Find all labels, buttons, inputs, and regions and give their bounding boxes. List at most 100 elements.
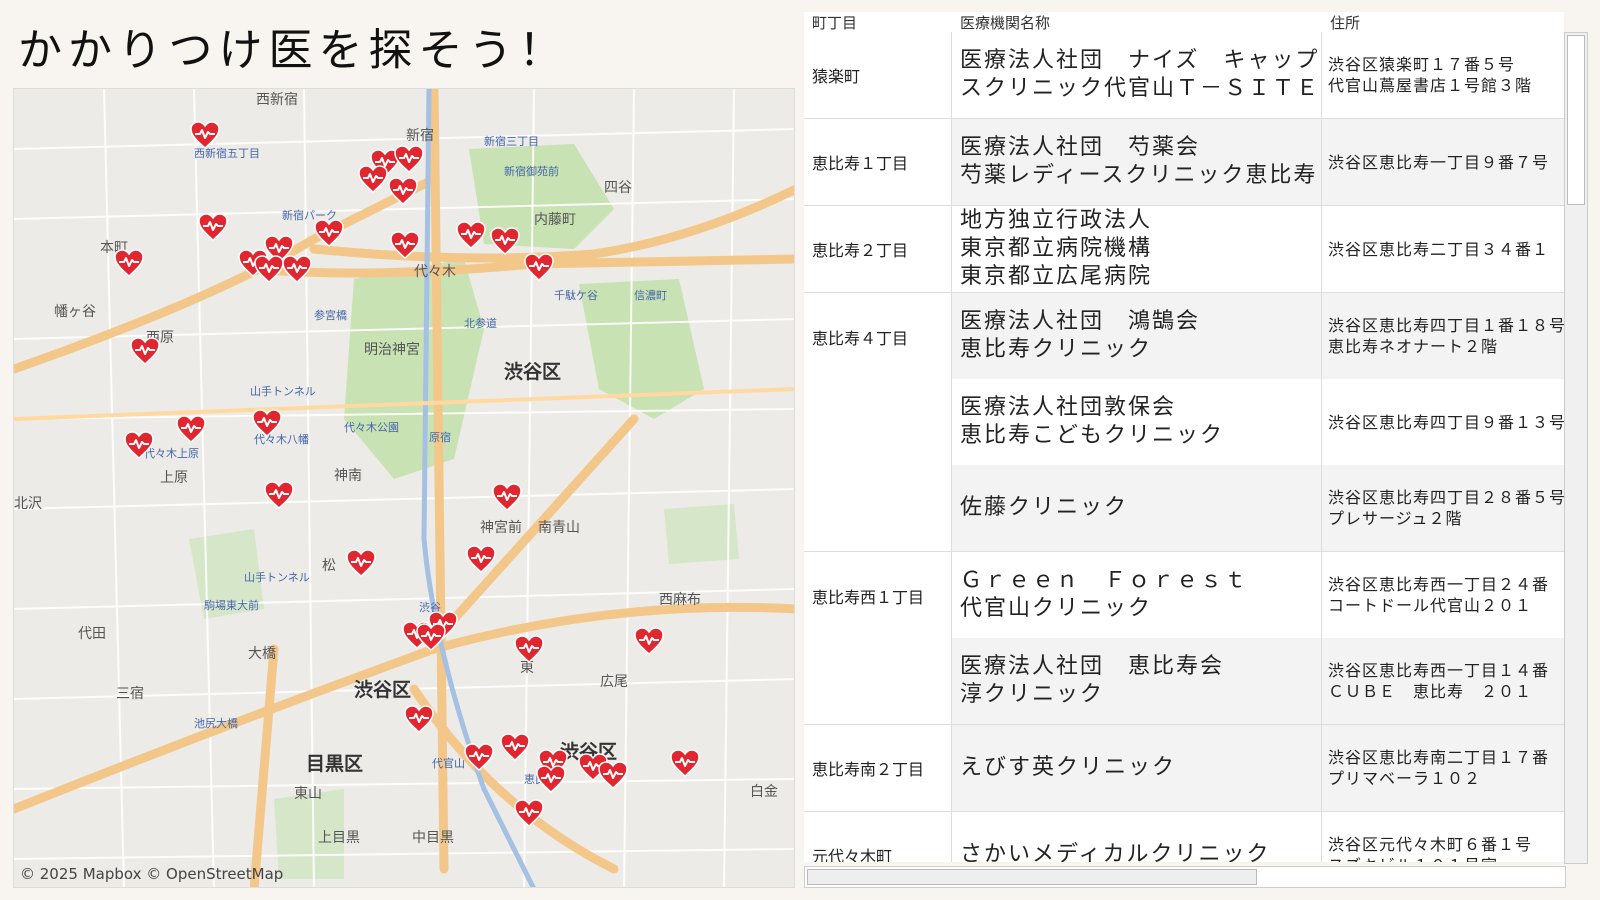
address-cell[interactable]: 渋谷区恵比寿西一丁目１４番 ＣＵＢＥ 恵比寿 ２０１ [1322, 638, 1564, 724]
clinic-row[interactable]: 佐藤クリニック 渋谷区恵比寿四丁目２８番５号 プレサージュ２階 [952, 465, 1564, 551]
heart-pulse-icon[interactable] [388, 177, 418, 206]
clinic-name-cell[interactable]: 医療法人社団 鴻鵠会 恵比寿クリニック [952, 293, 1322, 379]
clinic-name-cell[interactable]: えびす英クリニック [952, 725, 1322, 811]
heart-pulse-icon[interactable] [492, 483, 522, 512]
horizontal-scroll-thumb[interactable] [807, 869, 1257, 885]
heart-pulse-icon[interactable] [490, 227, 520, 256]
map-label-yotsuya: 四谷 [604, 180, 632, 196]
heart-pulse-icon[interactable] [130, 337, 160, 366]
table-vertical-scrollbar[interactable] [1564, 32, 1588, 864]
heart-pulse-icon[interactable] [190, 121, 220, 150]
clinic-row[interactable]: 医療法人社団 ナイズ キャップ スクリニック代官山Ｔ－ＳＩＴＥ 渋谷区猿楽町１７番５… [952, 32, 1564, 118]
header-district[interactable]: 町丁目 [804, 12, 952, 32]
district-cell[interactable]: 猿楽町 [804, 32, 952, 118]
address-cell[interactable]: 渋谷区元代々木町６番１号スズキビル１０１号室 [1322, 812, 1564, 862]
district-cell[interactable]: 恵比寿２丁目 [804, 206, 952, 292]
heart-pulse-icon[interactable] [598, 761, 628, 790]
heart-pulse-icon[interactable] [198, 213, 228, 242]
heart-pulse-icon[interactable] [346, 549, 376, 578]
clinic-row[interactable]: 医療法人社団 芍薬会 芍薬レディースクリニック恵比寿 渋谷区恵比寿一丁目９番７号 [952, 119, 1564, 205]
vertical-scroll-thumb[interactable] [1567, 35, 1585, 205]
map-label-daita: 代田 [78, 626, 106, 642]
clinic-name-cell[interactable]: 医療法人社団 恵比寿会 淳クリニック [952, 638, 1322, 724]
heart-pulse-icon[interactable] [670, 749, 700, 778]
heart-pulse-icon[interactable] [314, 219, 344, 248]
clinic-row[interactable]: Ｇｒｅｅｎ Ｆｏｒｅｓｔ 代官山クリニック 渋谷区恵比寿西一丁目２４番 コートドール代… [952, 552, 1564, 638]
heart-pulse-icon[interactable] [114, 249, 144, 278]
map-label-minami-aoyama: 南青山 [538, 520, 580, 536]
heart-pulse-icon[interactable] [404, 705, 434, 734]
map-label-daikanyama-st: 代官山 [432, 757, 465, 770]
clinic-name-cell[interactable]: 医療法人社団 芍薬会 芍薬レディースクリニック恵比寿 [952, 119, 1322, 205]
map-label-kamihara: 上原 [160, 470, 188, 486]
header-name[interactable]: 医療機関名称 [952, 12, 1322, 32]
heart-pulse-icon[interactable] [264, 481, 294, 510]
heart-pulse-icon[interactable] [176, 415, 206, 444]
address-line: 渋谷区恵比寿四丁目２８番５号 [1328, 488, 1564, 507]
address-cell[interactable]: 渋谷区恵比寿四丁目１番１８号 恵比寿ネオナート２階 [1322, 293, 1564, 379]
clinic-map[interactable]: 西新宿 西新宿五丁目 新宿 新宿三丁目 四谷 内藤町 新宿御苑前 新宿パーク 代… [13, 88, 795, 888]
clinic-name-line: 東京都立病院機構 [960, 236, 1153, 261]
clinic-name-line: 医療法人社団敦保会 [960, 395, 1177, 420]
heart-pulse-icon[interactable] [536, 765, 566, 794]
clinic-row[interactable]: 医療法人社団 恵比寿会 淳クリニック 渋谷区恵比寿西一丁目１４番 ＣＵＢＥ 恵比寿 ２… [952, 638, 1564, 724]
district-cell[interactable]: 恵比寿１丁目 [804, 119, 952, 205]
clinic-row[interactable]: 医療法人社団 鴻鵠会 恵比寿クリニック 渋谷区恵比寿四丁目１番１８号 恵比寿ネオナート… [952, 293, 1564, 379]
heart-pulse-icon[interactable] [500, 733, 530, 762]
heart-pulse-icon[interactable] [634, 627, 664, 656]
district-cell[interactable]: 元代々木町 [804, 812, 952, 862]
map-label-naitomachi: 内藤町 [534, 212, 576, 228]
heart-pulse-icon[interactable] [466, 545, 496, 574]
heart-pulse-icon[interactable] [514, 635, 544, 664]
clinic-name-cell[interactable]: Ｇｒｅｅｎ Ｆｏｒｅｓｔ 代官山クリニック [952, 552, 1322, 638]
map-label-matsu: 松 [322, 558, 336, 574]
address-cell[interactable]: 渋谷区猿楽町１７番５号 代官山蔦屋書店１号館３階 [1322, 32, 1564, 118]
clinic-name-line: 芍薬レディースクリニック恵比寿 [960, 163, 1318, 188]
heart-pulse-icon[interactable] [252, 409, 282, 438]
clinic-name-line: スクリニック代官山Ｔ－ＳＩＴＥ [960, 76, 1321, 101]
clinic-row[interactable]: 地方独立行政法人 東京都立病院機構 東京都立広尾病院 渋谷区恵比寿二丁目３４番１ [952, 206, 1564, 292]
clinic-name-cell[interactable]: さかいメディカルクリニック [952, 812, 1322, 862]
clinic-table[interactable]: 町丁目 医療機関名称 住所 猿楽町 医療法人社団 ナイズ キャップ スクリニック代官… [804, 12, 1564, 862]
clinic-name-line: Ｇｒｅｅｎ Ｆｏｒｅｓｔ [960, 568, 1249, 593]
heart-pulse-icon[interactable] [390, 231, 420, 260]
clinic-name-line: 代官山クリニック [960, 596, 1153, 621]
clinic-name-cell[interactable]: 地方独立行政法人 東京都立病院機構 東京都立広尾病院 [952, 206, 1322, 292]
district-cell[interactable]: 恵比寿西１丁目 [804, 552, 952, 724]
map-label-mishuku: 三宿 [116, 686, 144, 702]
address-line: コートドール代官山２０１ [1328, 596, 1533, 615]
heart-pulse-icon[interactable] [254, 255, 284, 284]
heart-pulse-icon[interactable] [514, 799, 544, 828]
heart-pulse-icon[interactable] [282, 255, 312, 284]
heart-pulse-icon[interactable] [358, 165, 388, 194]
header-address[interactable]: 住所 [1322, 12, 1564, 32]
clinic-row[interactable]: えびす英クリニック 渋谷区恵比寿南二丁目１７番 プリマベーラ１０２ [952, 725, 1564, 811]
heart-pulse-icon[interactable] [124, 431, 154, 460]
address-cell[interactable]: 渋谷区恵比寿四丁目２８番５号 プレサージュ２階 [1322, 465, 1564, 551]
map-label-kitazawa: 北沢 [14, 496, 42, 512]
heart-pulse-icon[interactable] [416, 623, 446, 652]
address-cell[interactable]: 渋谷区恵比寿一丁目９番７号 [1322, 119, 1564, 205]
heart-pulse-icon[interactable] [464, 743, 494, 772]
district-cell[interactable]: 恵比寿４丁目 [804, 293, 952, 551]
heart-pulse-icon[interactable] [524, 253, 554, 282]
district-cell[interactable]: 恵比寿南２丁目 [804, 725, 952, 811]
address-cell[interactable]: 渋谷区恵比寿四丁目９番１３号 [1322, 379, 1564, 465]
clinic-name-cell[interactable]: 佐藤クリニック [952, 465, 1322, 551]
clinic-name-line: 医療法人社団 恵比寿会 [960, 654, 1225, 679]
clinic-row[interactable]: 医療法人社団敦保会 恵比寿こどもクリニック 渋谷区恵比寿四丁目９番１３号 [952, 379, 1564, 465]
clinic-row[interactable]: さかいメディカルクリニック 渋谷区元代々木町６番１号スズキビル１０１号室 [952, 812, 1564, 862]
address-line: ＣＵＢＥ 恵比寿 ２０１ [1328, 682, 1533, 701]
address-cell[interactable]: 渋谷区恵比寿西一丁目２４番 コートドール代官山２０１ [1322, 552, 1564, 638]
map-label-komaba: 駒場東大前 [204, 599, 259, 612]
table-horizontal-scrollbar[interactable] [804, 866, 1566, 888]
table-row: 元代々木町さかいメディカルクリニック 渋谷区元代々木町６番１号スズキビル１０１号室 [804, 812, 1564, 862]
address-cell[interactable]: 渋谷区恵比寿南二丁目１７番 プリマベーラ１０２ [1322, 725, 1564, 811]
clinic-name-cell[interactable]: 医療法人社団敦保会恵比寿こどもクリニック [952, 379, 1322, 465]
clinic-name-line: 恵比寿こどもクリニック [960, 423, 1225, 448]
address-cell[interactable]: 渋谷区恵比寿二丁目３４番１ [1322, 206, 1564, 292]
clinic-name-cell[interactable]: 医療法人社団 ナイズ キャップ スクリニック代官山Ｔ－ＳＩＴＥ [952, 32, 1322, 118]
map-label-ikejiri: 池尻大橋 [194, 717, 238, 730]
heart-pulse-icon[interactable] [456, 221, 486, 250]
heart-pulse-icon[interactable] [394, 145, 424, 174]
